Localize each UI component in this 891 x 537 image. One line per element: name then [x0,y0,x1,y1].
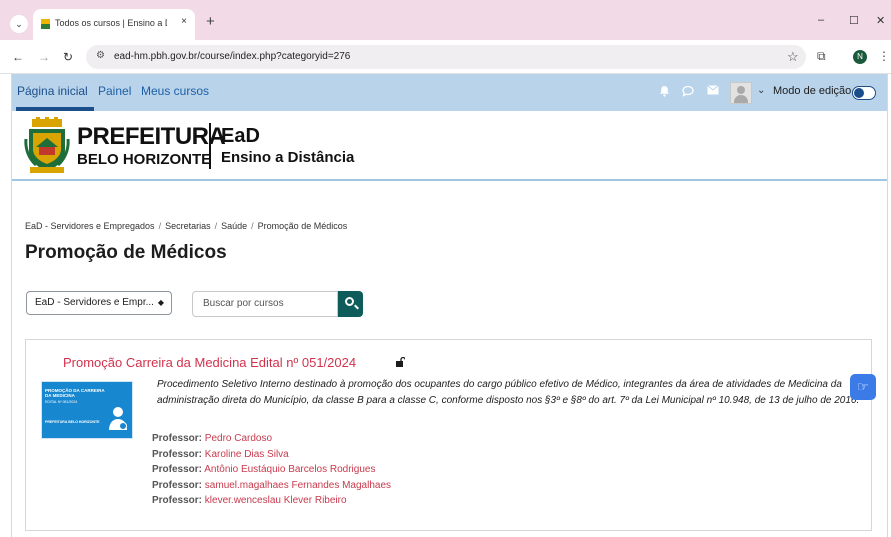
reload-icon[interactable]: ↻ [63,50,73,64]
teacher-row: Professor: Pedro Cardoso [152,431,391,447]
page-title: Promoção de Médicos [25,242,227,263]
bookmark-star-icon[interactable]: ☆ [787,49,799,65]
browser-menu-icon[interactable]: ⋮ [878,49,890,63]
url-text: ead-hm.pbh.gov.br/course/index.php?categ… [114,51,351,62]
teacher-link[interactable]: Karoline Dias Silva [205,449,289,460]
teacher-label: Professor: [152,448,203,460]
edit-mode-toggle-knob [854,88,864,98]
doctor-avatar-icon [109,407,127,430]
tab-title: Todos os cursos | Ensino a Distân [55,18,167,28]
minimize-icon[interactable]: – [818,14,824,26]
notifications-bell-icon[interactable] [659,85,670,100]
search-button[interactable] [338,291,363,317]
mail-icon[interactable] [707,85,719,98]
teacher-row: Professor: klever.wenceslau Klever Ribei… [152,493,391,509]
site-favicon-icon [41,19,50,29]
edit-mode-toggle[interactable] [852,86,876,100]
teacher-row: Professor: samuel.magalhaes Fernandes Ma… [152,478,391,494]
teacher-row: Professor: Karoline Dias Silva [152,447,391,463]
nav-home-link[interactable]: Página inicial [17,84,88,98]
web-page: Página inicial Painel Meus cursos ⌄ Modo… [11,74,888,537]
teacher-link[interactable]: klever.wenceslau Klever Ribeiro [205,495,347,506]
search-icon [345,297,354,306]
breadcrumb-current: Promoção de Médicos [257,221,348,231]
url-field[interactable]: ⚙ ead-hm.pbh.gov.br/course/index.php?cat… [86,45,806,69]
teacher-row: Professor: Antônio Eustáquio Barcelos Ro… [152,462,391,478]
course-image[interactable]: PROMOÇÃO DA CARREIRA DA MEDICINA EDITAL … [41,381,133,439]
nav-my-courses-link[interactable]: Meus cursos [141,84,209,98]
user-menu-chevron-down-icon[interactable]: ⌄ [757,85,765,96]
user-avatar-head [737,86,745,94]
close-window-icon[interactable]: ✕ [876,14,885,27]
breadcrumb-item[interactable]: EaD - Servidores e Empregados [25,221,155,231]
tab-close-icon[interactable]: × [181,16,187,27]
select-caret-icon: ◆ [157,298,164,307]
messages-icon[interactable] [682,85,694,100]
extensions-icon[interactable]: ⧉ [817,49,826,64]
breadcrumb-item[interactable]: Secretarias [165,221,211,231]
new-tab-icon[interactable]: + [206,13,215,30]
user-avatar[interactable] [730,82,752,104]
brand-line-2: BELO HORIZONTE [77,151,212,168]
teacher-label: Professor: [152,433,203,444]
teacher-list: Professor: Pedro Cardoso Professor: Karo… [152,431,391,509]
course-image-logo: PREFEITURA BELO HORIZONTE [45,420,100,424]
ead-title: EaD [221,125,260,147]
course-card: Promoção Carreira da Medicina Edital nº … [25,339,872,531]
site-settings-icon[interactable]: ⚙ [96,50,105,61]
forward-icon[interactable]: → [38,50,50,64]
city-coat-of-arms-icon [24,117,70,173]
course-image-subtitle: EDITAL Nº 051/2024 [45,400,78,404]
breadcrumb-separator: / [251,221,254,231]
breadcrumb-separator: / [158,221,162,231]
course-image-title: PROMOÇÃO DA CARREIRA DA MEDICINA [45,388,105,398]
address-bar: ← → ↻ ⚙ ead-hm.pbh.gov.br/course/index.p… [0,40,891,74]
teacher-label: Professor: [152,464,203,476]
unlock-icon [396,357,405,367]
back-icon[interactable]: ← [12,50,24,64]
tab-search-icon[interactable]: ⌄ [10,15,28,33]
user-avatar-body [734,95,748,103]
breadcrumb: EaD - Servidores e Empregados / Secretaria… [25,215,347,237]
ead-subtitle: Ensino a Distância [221,149,355,166]
category-select[interactable]: EaD - Servidores e Empr... ◆ [26,291,172,315]
maximize-icon[interactable]: ☐ [849,14,859,27]
course-summary: Procedimento Seletivo Interno destinado … [157,379,860,406]
browser-tab-strip: ⌄ Todos os cursos | Ensino a Distân × + … [0,0,891,40]
category-select-value: EaD - Servidores e Empr... [35,297,154,308]
teacher-link[interactable]: samuel.magalhaes Fernandes Magalhaes [205,480,391,491]
breadcrumb-separator: / [214,221,218,231]
course-search-input[interactable]: Buscar por cursos [192,291,338,317]
accessibility-sign-language-icon[interactable]: ☞ [850,374,876,400]
teacher-label: Professor: [152,479,203,491]
breadcrumb-item[interactable]: Saúde [221,221,247,231]
top-navbar: Página inicial Painel Meus cursos ⌄ Modo… [12,74,887,111]
site-header: PREFEITURA BELO HORIZONTE EaD Ensino a D… [12,111,887,181]
nav-dashboard-link[interactable]: Painel [98,84,131,98]
teacher-link[interactable]: Antônio Eustáquio Barcelos Rodrigues [204,464,375,475]
teacher-link[interactable]: Pedro Cardoso [205,433,272,444]
browser-tab[interactable]: Todos os cursos | Ensino a Distân × [33,9,195,40]
teacher-label: Professor: [152,495,203,507]
course-title-link[interactable]: Promoção Carreira da Medicina Edital nº … [63,355,356,370]
edit-mode-label: Modo de edição [773,85,852,97]
brand-divider [209,123,211,169]
brand-line-1: PREFEITURA [77,123,226,150]
profile-avatar[interactable]: N [853,50,867,64]
